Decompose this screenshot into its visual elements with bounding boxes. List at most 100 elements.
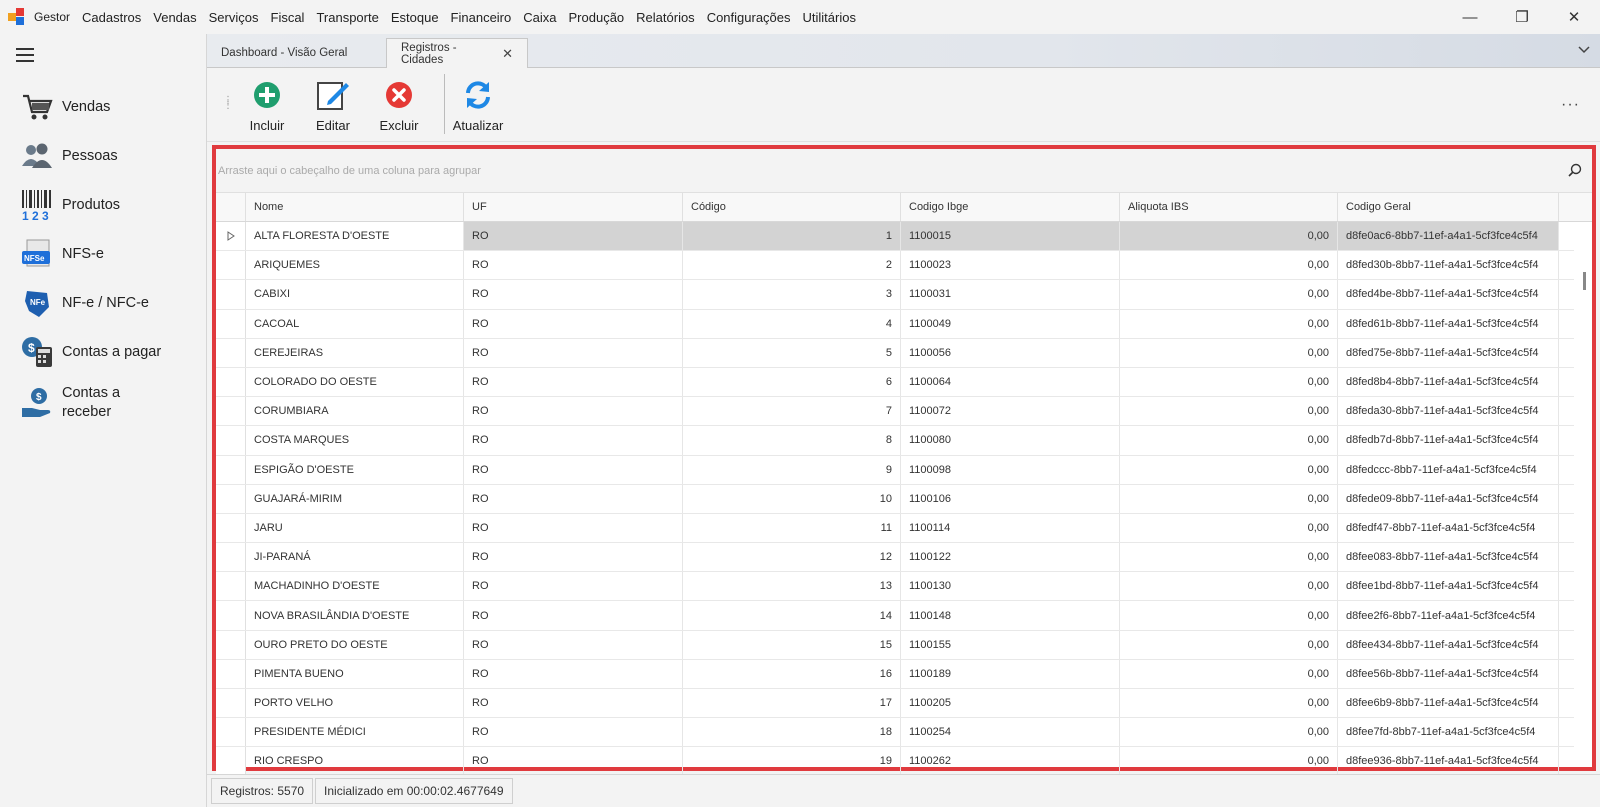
cell-codigo-geral[interactable]: d8fed61b-8bb7-11ef-a4a1-5cf3fce4c5f4 bbox=[1338, 309, 1559, 338]
cell-nome[interactable]: PIMENTA BUENO bbox=[246, 659, 464, 688]
cell-codigo[interactable]: 1 bbox=[683, 222, 901, 251]
group-panel[interactable]: Arraste aqui o cabeçalho de uma coluna p… bbox=[216, 149, 1592, 193]
menu-item-gestor[interactable]: Gestor bbox=[34, 10, 76, 24]
table-row[interactable]: GUAJARÁ-MIRIM RO 10 1100106 0,00 d8fede09-8bb… bbox=[216, 484, 1592, 514]
cell-uf[interactable]: RO bbox=[464, 280, 683, 309]
cell-aliquota-ibs[interactable]: 0,00 bbox=[1120, 718, 1338, 747]
cell-codigo[interactable]: 11 bbox=[683, 513, 901, 543]
cell-codigo-geral[interactable]: d8fee1bd-8bb7-11ef-a4a1-5cf3fce4c5f4 bbox=[1338, 572, 1559, 601]
menu-item-transporte[interactable]: Transporte bbox=[310, 10, 384, 25]
cell-aliquota-ibs[interactable]: 0,00 bbox=[1120, 251, 1338, 280]
cell-aliquota-ibs[interactable]: 0,00 bbox=[1120, 689, 1338, 718]
cell-codigo[interactable]: 8 bbox=[683, 426, 901, 455]
cell-codigo-ibge[interactable]: 1100254 bbox=[901, 718, 1120, 747]
cell-codigo-ibge[interactable]: 1100064 bbox=[901, 367, 1120, 397]
sidebar-item-contas-receber[interactable]: $ Contas a receber bbox=[20, 384, 120, 422]
cell-aliquota-ibs[interactable]: 0,00 bbox=[1120, 513, 1338, 543]
cell-codigo[interactable]: 4 bbox=[683, 309, 901, 338]
tab-close-icon[interactable]: ✕ bbox=[502, 46, 513, 62]
cell-aliquota-ibs[interactable]: 0,00 bbox=[1120, 601, 1338, 630]
restore-button[interactable]: ❐ bbox=[1496, 0, 1548, 34]
cell-codigo[interactable]: 9 bbox=[683, 455, 901, 484]
table-row[interactable]: JI-PARANÁ RO 12 1100122 0,00 d8fee083-8bb7-11… bbox=[216, 543, 1592, 573]
cell-codigo-geral[interactable]: d8fee6b9-8bb7-11ef-a4a1-5cf3fce4c5f4 bbox=[1338, 689, 1559, 718]
cell-uf[interactable]: RO bbox=[464, 718, 683, 747]
cell-uf[interactable]: RO bbox=[464, 484, 683, 513]
cell-uf[interactable]: RO bbox=[464, 367, 683, 397]
column-header-codigo[interactable]: Código bbox=[683, 193, 901, 221]
cell-aliquota-ibs[interactable]: 0,00 bbox=[1120, 747, 1338, 775]
cell-aliquota-ibs[interactable]: 0,00 bbox=[1120, 659, 1338, 688]
menu-item-utilitarios[interactable]: Utilitários bbox=[797, 10, 862, 25]
menu-item-fiscal[interactable]: Fiscal bbox=[265, 10, 311, 25]
column-header-codigo-geral[interactable]: Codigo Geral bbox=[1338, 193, 1559, 221]
cell-nome[interactable]: ALTA FLORESTA D'OESTE bbox=[246, 222, 464, 251]
menu-item-producao[interactable]: Produção bbox=[563, 10, 631, 25]
cell-nome[interactable]: JI-PARANÁ bbox=[246, 543, 464, 572]
sidebar-item-contas-pagar[interactable]: $ Contas a pagar bbox=[20, 335, 161, 369]
cell-codigo-geral[interactable]: d8fedccc-8bb7-11ef-a4a1-5cf3fce4c5f4 bbox=[1338, 455, 1559, 484]
table-row[interactable]: ARIQUEMES RO 2 1100023 0,00 d8fed30b-8bb7-11e… bbox=[216, 251, 1592, 281]
cell-aliquota-ibs[interactable]: 0,00 bbox=[1120, 455, 1338, 484]
cell-uf[interactable]: RO bbox=[464, 601, 683, 630]
cell-codigo[interactable]: 18 bbox=[683, 718, 901, 747]
table-row[interactable]: CACOAL RO 4 1100049 0,00 d8fed61b-8bb7-11ef-a… bbox=[216, 309, 1592, 339]
table-row[interactable]: ALTA FLORESTA D'OESTE RO 1 1100015 0,00 d8fe0… bbox=[216, 222, 1592, 252]
cell-uf[interactable]: RO bbox=[464, 543, 683, 572]
cell-aliquota-ibs[interactable]: 0,00 bbox=[1120, 280, 1338, 309]
cell-nome[interactable]: ESPIGÃO D'OESTE bbox=[246, 455, 464, 484]
cell-aliquota-ibs[interactable]: 0,00 bbox=[1120, 572, 1338, 601]
cell-codigo-ibge[interactable]: 1100098 bbox=[901, 455, 1120, 484]
sidebar-item-nfe[interactable]: NFe NF-e / NFC-e bbox=[20, 286, 149, 320]
cell-uf[interactable]: RO bbox=[464, 659, 683, 688]
cell-codigo-ibge[interactable]: 1100205 bbox=[901, 689, 1120, 718]
cell-codigo-ibge[interactable]: 1100031 bbox=[901, 280, 1120, 309]
cell-codigo-geral[interactable]: d8fee936-8bb7-11ef-a4a1-5cf3fce4c5f4 bbox=[1338, 747, 1559, 775]
incluir-button[interactable]: Incluir bbox=[235, 78, 299, 133]
cell-codigo-ibge[interactable]: 1100130 bbox=[901, 572, 1120, 601]
menu-item-financeiro[interactable]: Financeiro bbox=[445, 10, 518, 25]
cell-codigo-ibge[interactable]: 1100072 bbox=[901, 397, 1120, 426]
cell-codigo-geral[interactable]: d8fee083-8bb7-11ef-a4a1-5cf3fce4c5f4 bbox=[1338, 543, 1559, 572]
cell-uf[interactable]: RO bbox=[464, 309, 683, 338]
table-row[interactable]: ESPIGÃO D'OESTE RO 9 1100098 0,00 d8fedccc-8b… bbox=[216, 455, 1592, 485]
cell-codigo[interactable]: 12 bbox=[683, 543, 901, 572]
cell-codigo-ibge[interactable]: 1100148 bbox=[901, 601, 1120, 630]
cell-codigo-ibge[interactable]: 1100262 bbox=[901, 747, 1120, 775]
sidebar-item-produtos[interactable]: 1 2 3 Produtos bbox=[20, 188, 120, 222]
cell-codigo-ibge[interactable]: 1100023 bbox=[901, 251, 1120, 280]
cell-uf[interactable]: RO bbox=[464, 572, 683, 601]
menu-item-cadastros[interactable]: Cadastros bbox=[76, 10, 147, 25]
hamburger-menu-icon[interactable] bbox=[16, 48, 34, 62]
table-row[interactable]: PRESIDENTE MÉDICI RO 18 1100254 0,00 d8fee7fd… bbox=[216, 718, 1592, 748]
cell-nome[interactable]: PORTO VELHO bbox=[246, 689, 464, 718]
table-row[interactable]: OURO PRETO DO OESTE RO 15 1100155 0,00 d8fee4… bbox=[216, 630, 1592, 660]
cell-aliquota-ibs[interactable]: 0,00 bbox=[1120, 338, 1338, 367]
sidebar-item-pessoas[interactable]: Pessoas bbox=[20, 139, 118, 173]
cell-nome[interactable]: NOVA BRASILÂNDIA D'OESTE bbox=[246, 601, 464, 630]
editar-button[interactable]: Editar bbox=[301, 78, 365, 133]
cell-aliquota-ibs[interactable]: 0,00 bbox=[1120, 543, 1338, 572]
column-header-codigo-ibge[interactable]: Codigo Ibge bbox=[901, 193, 1120, 221]
cell-uf[interactable]: RO bbox=[464, 338, 683, 367]
table-row[interactable]: PORTO VELHO RO 17 1100205 0,00 d8fee6b9-8bb7-… bbox=[216, 689, 1592, 719]
cell-codigo-ibge[interactable]: 1100106 bbox=[901, 484, 1120, 513]
cell-uf[interactable]: RO bbox=[464, 747, 683, 775]
table-row[interactable]: CEREJEIRAS RO 5 1100056 0,00 d8fed75e-8bb7-11… bbox=[216, 338, 1592, 368]
cell-codigo-ibge[interactable]: 1100049 bbox=[901, 309, 1120, 338]
cell-nome[interactable]: CABIXI bbox=[246, 280, 464, 309]
cell-uf[interactable]: RO bbox=[464, 689, 683, 718]
cell-aliquota-ibs[interactable]: 0,00 bbox=[1120, 630, 1338, 659]
table-row[interactable]: COLORADO DO OESTE RO 6 1100064 0,00 d8fed8b4-… bbox=[216, 367, 1592, 398]
cell-codigo[interactable]: 10 bbox=[683, 484, 901, 513]
more-options-icon[interactable]: ··· bbox=[1561, 96, 1580, 114]
cell-codigo-geral[interactable]: d8fedf47-8bb7-11ef-a4a1-5cf3fce4c5f4 bbox=[1338, 513, 1559, 543]
cell-uf[interactable]: RO bbox=[464, 397, 683, 426]
cell-codigo-geral[interactable]: d8fede09-8bb7-11ef-a4a1-5cf3fce4c5f4 bbox=[1338, 484, 1559, 513]
menu-item-estoque[interactable]: Estoque bbox=[385, 10, 445, 25]
cell-codigo[interactable]: 2 bbox=[683, 251, 901, 280]
cell-nome[interactable]: OURO PRETO DO OESTE bbox=[246, 630, 464, 659]
cell-codigo-ibge[interactable]: 1100122 bbox=[901, 543, 1120, 572]
cell-nome[interactable]: MACHADINHO D'OESTE bbox=[246, 572, 464, 601]
cell-nome[interactable]: RIO CRESPO bbox=[246, 747, 464, 775]
